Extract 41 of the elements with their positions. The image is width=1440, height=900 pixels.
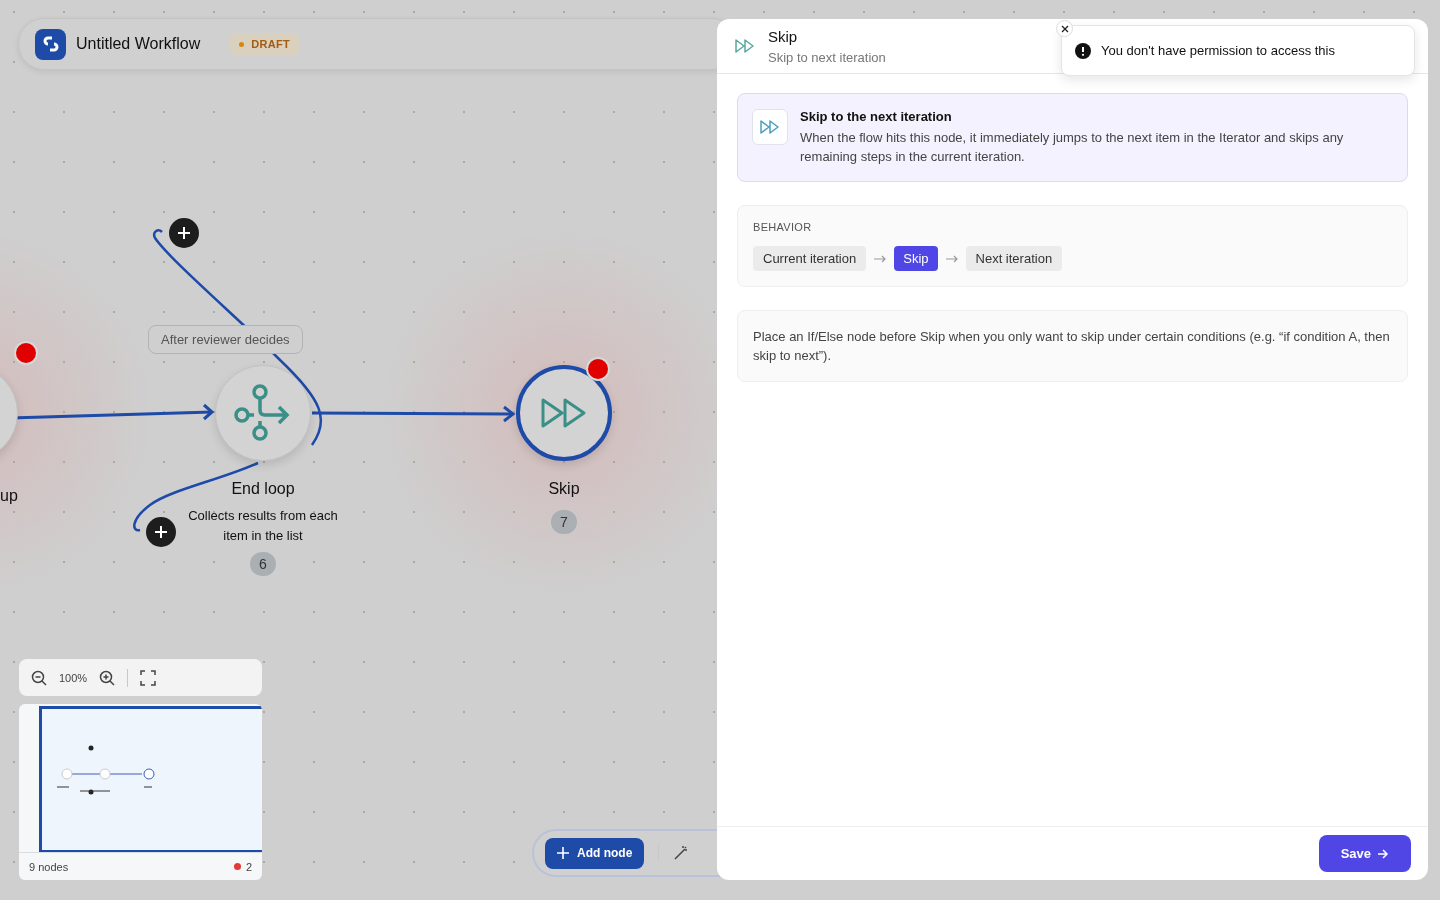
edge-label: After reviewer decides bbox=[148, 325, 303, 354]
node-label: up bbox=[0, 487, 18, 505]
info-title: Skip to the next iteration bbox=[800, 109, 953, 124]
save-button[interactable]: Save bbox=[1318, 835, 1411, 872]
fast-forward-icon bbox=[752, 109, 788, 145]
step-chip: Next iteration bbox=[965, 246, 1063, 271]
info-text: When the flow hits this node, it immediately jumps to the next item in the Iterator and skips any remaining steps in the current iteration. bbox=[800, 129, 1345, 166]
error-dot bbox=[233, 863, 241, 870]
status-badge: DRAFT bbox=[230, 33, 299, 55]
arrow-icon bbox=[874, 254, 887, 263]
step-chip: Skip bbox=[894, 246, 938, 271]
node-description: Collects results from each item in the list bbox=[187, 507, 339, 545]
step-chip: Current iteration bbox=[753, 246, 867, 271]
error-count: 2 bbox=[245, 860, 252, 873]
workflow-title: Untitled Workflow bbox=[76, 35, 201, 53]
arrow-icon bbox=[1377, 847, 1389, 860]
alert-icon bbox=[1075, 42, 1091, 59]
step-number: 6 bbox=[250, 552, 276, 576]
toast-message: You don't have permission to access this bbox=[1101, 43, 1335, 58]
plus-icon bbox=[557, 847, 569, 859]
magic-wand-icon[interactable] bbox=[673, 845, 690, 861]
fast-forward-icon bbox=[540, 397, 588, 429]
panel-title: Skip bbox=[768, 27, 799, 45]
add-node-button[interactable]: Add node bbox=[545, 837, 645, 869]
node-label: End loop bbox=[231, 480, 295, 498]
add-icon[interactable] bbox=[169, 218, 199, 248]
node-count: 9 nodes bbox=[29, 860, 69, 873]
section-heading: BEHAVIOR bbox=[753, 221, 813, 233]
add-icon[interactable] bbox=[146, 517, 176, 547]
node-label: Skip bbox=[548, 480, 580, 498]
fast-forward-icon bbox=[735, 39, 755, 53]
panel-subtitle: Skip to next iteration bbox=[768, 49, 886, 65]
workflow-node[interactable] bbox=[516, 365, 612, 461]
arrow-icon bbox=[945, 254, 958, 263]
zoom-out-icon[interactable] bbox=[31, 669, 47, 686]
zoom-in-icon[interactable] bbox=[99, 669, 116, 686]
logo-icon bbox=[35, 28, 66, 60]
zoom-level: 100% bbox=[59, 671, 88, 684]
step-number: 7 bbox=[551, 510, 577, 534]
note-text: Place an If/Else node before Skip when you only want to skip under certain conditions (e.g. “if condition A, then skip to next”). bbox=[753, 328, 1391, 365]
fullscreen-icon[interactable] bbox=[140, 669, 157, 686]
